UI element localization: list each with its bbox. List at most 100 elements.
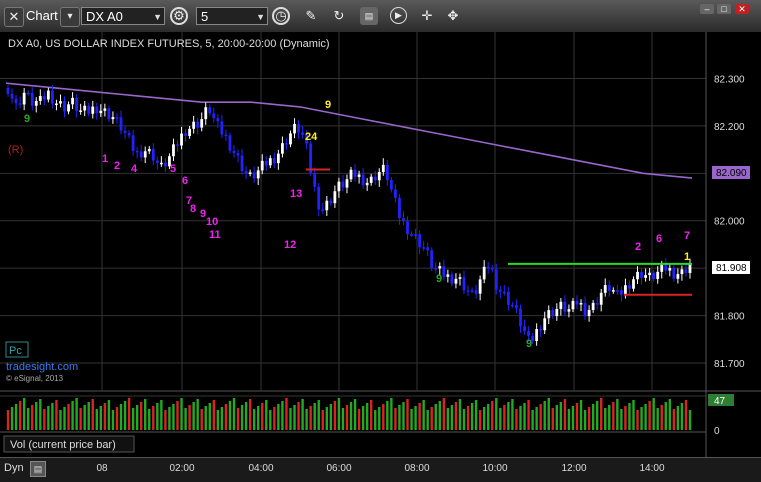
volume-bar (87, 402, 90, 430)
price-bar-body (398, 197, 401, 219)
volume-bar (527, 400, 530, 430)
ma-price-label: 82.090 (716, 168, 747, 179)
price-bar-body (63, 101, 66, 112)
study-icon[interactable]: ▤ (360, 7, 378, 25)
volume-bar (277, 404, 280, 430)
pin-icon[interactable]: ✕ (4, 7, 24, 27)
volume-bar (418, 403, 421, 430)
price-bar-body (414, 234, 417, 236)
cursor-icon[interactable]: ✥ (444, 7, 462, 25)
volume-bar (39, 399, 42, 430)
price-bar-body (208, 107, 212, 114)
volume-bar (361, 406, 365, 430)
price-bar-body (426, 247, 430, 251)
price-bar-body (587, 310, 591, 317)
symbol-input[interactable]: DX A0 ▼ (81, 7, 165, 25)
price-bar-body (115, 117, 119, 119)
price-axis (706, 32, 761, 398)
price-bar-body (418, 234, 422, 248)
volume-bar (345, 405, 349, 430)
volume-bar (63, 407, 66, 430)
volume-bar (551, 408, 554, 430)
price-bar-body (83, 105, 87, 111)
price-bar-body (220, 121, 224, 135)
chevron-down-icon[interactable]: ▼ (153, 8, 162, 26)
price-bar-body (256, 170, 260, 179)
volume-bar (620, 409, 623, 430)
price-bar-body (599, 292, 603, 305)
volume-bar (680, 403, 684, 430)
draw-icon[interactable]: ✎ (302, 7, 320, 25)
price-bar-body (293, 123, 296, 134)
clock-icon[interactable]: ◷ (272, 7, 290, 25)
price-bar-body (369, 176, 373, 183)
volume-bar (450, 405, 454, 430)
volume-bar (224, 404, 228, 430)
volume-bar (248, 399, 252, 430)
chart-annotation: 10 (206, 216, 218, 228)
price-bar-body (51, 90, 54, 104)
refresh-icon[interactable]: ↻ (330, 7, 348, 25)
volume-bar (103, 403, 107, 430)
volume-bar (583, 410, 587, 430)
chart-annotation: 4 (131, 163, 138, 175)
price-bar-body (406, 221, 409, 235)
volume-bar (123, 401, 127, 430)
close-button[interactable]: ✕ (735, 4, 749, 14)
price-bar-body (333, 191, 337, 204)
chart-menu-icon[interactable]: ▾ (60, 7, 80, 27)
volume-bar (365, 403, 369, 430)
volume-bar (164, 410, 167, 430)
chevron-down-icon[interactable]: ▼ (256, 8, 265, 26)
minimize-button[interactable]: – (700, 4, 714, 14)
volume-label: Vol (current price bar) (10, 439, 116, 451)
volume-bar (180, 398, 183, 430)
price-bar-body (297, 123, 300, 133)
volume-bar (684, 400, 688, 430)
volume-bar (410, 409, 413, 430)
volume-bar (462, 409, 466, 430)
volume-bar (176, 401, 179, 430)
last-price-label: 81.908 (716, 263, 747, 274)
volume-bar (515, 409, 518, 430)
play-icon[interactable]: ▶ (390, 7, 407, 24)
chart-area[interactable]: 12 4 5678 9101112139999247126 DX A0, US DOL… (0, 32, 761, 457)
volume-bar (26, 408, 30, 430)
volume-bar (402, 402, 405, 430)
watermark-copyright: © eSignal, 2013 (6, 374, 64, 383)
volume-bar (196, 399, 199, 430)
move-icon[interactable]: ✛ (418, 7, 436, 25)
price-bar-body (55, 103, 58, 106)
maximize-button[interactable]: □ (717, 4, 731, 14)
price-bar-body (377, 172, 381, 181)
price-bar-body (147, 148, 151, 152)
price-bar-body (470, 290, 474, 292)
volume-bar (22, 398, 26, 430)
chart-annotation: 24 (305, 131, 318, 143)
chart-annotation: 1 (102, 153, 108, 165)
price-bar-body (285, 143, 288, 145)
price-bar-body (139, 151, 143, 158)
volume-bar (369, 400, 373, 430)
volume-bar (152, 406, 155, 430)
price-bar-body (252, 172, 256, 179)
price-bar-body (143, 151, 147, 158)
price-bar-body (559, 301, 563, 309)
price-bar-body (30, 92, 34, 106)
interval-input[interactable]: 5 ▼ (196, 7, 268, 25)
price-bar-body (551, 310, 555, 317)
price-bar-body (119, 117, 123, 131)
price-bar-body (240, 155, 244, 172)
volume-value: 47 (714, 396, 726, 407)
price-bar-body (632, 279, 635, 289)
volume-bar (535, 407, 538, 430)
volume-bar (67, 404, 70, 430)
settings-icon[interactable]: ⚙ (170, 7, 188, 25)
price-bar-body (26, 92, 30, 95)
chart-annotation: 9 (325, 99, 331, 111)
volume-bar (487, 404, 490, 430)
price-bar-body (660, 264, 664, 272)
volume-bar (374, 410, 377, 430)
price-bar-body (595, 302, 599, 305)
volume-bar (329, 404, 333, 430)
